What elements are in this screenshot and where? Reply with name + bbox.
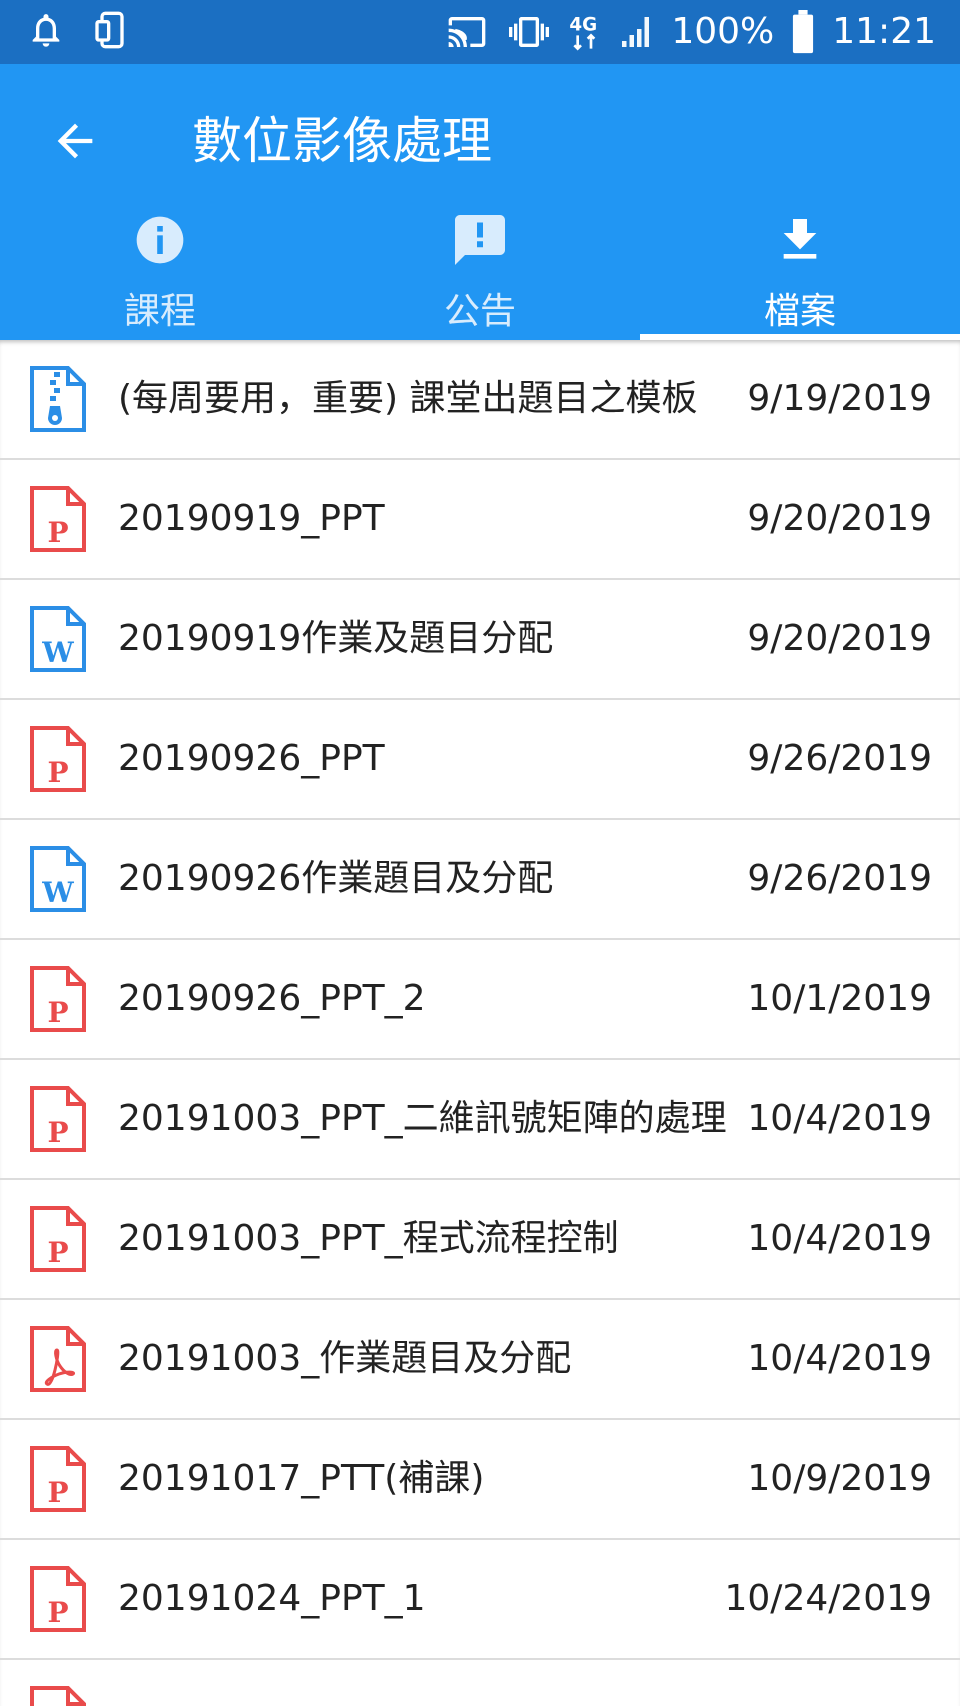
word-file-icon: W xyxy=(28,846,88,914)
file-name: 20190919_PPT xyxy=(118,498,385,539)
tab-bar: 課程 公告 檔案 xyxy=(0,210,960,340)
file-date: 10/4/2019 xyxy=(747,1098,932,1139)
battery-percent: 100% xyxy=(671,11,775,52)
tab-course-label: 課程 xyxy=(123,291,196,332)
file-date: 10/4/2019 xyxy=(747,1338,932,1379)
file-list: (每周要用，重要) 課堂出題目之模板 9/19/2019 P 20190919_… xyxy=(0,340,960,1706)
file-name: 20191017_PTT(補課) xyxy=(118,1458,485,1499)
vibrate-icon xyxy=(505,12,553,52)
announcement-icon xyxy=(450,210,510,270)
file-row[interactable]: P 20191017_PTT(補課) 10/9/2019 xyxy=(0,1420,960,1540)
file-name: 20190926_PPT_2 xyxy=(118,978,426,1019)
svg-text:P: P xyxy=(47,996,68,1029)
file-name: 20191003_PPT_程式流程控制 xyxy=(118,1218,619,1259)
file-name: (每周要用，重要) 課堂出題目之模板 xyxy=(118,378,698,419)
file-date: 9/20/2019 xyxy=(747,498,932,539)
tab-files-label: 檔案 xyxy=(763,291,836,332)
file-name: 20190919作業及題目分配 xyxy=(118,618,554,659)
file-date: 10/9/2019 xyxy=(747,1458,932,1499)
svg-text:P: P xyxy=(47,1476,68,1509)
svg-text:P: P xyxy=(47,756,68,789)
file-name: 20191003_PPT_二維訊號矩陣的處理 xyxy=(118,1098,727,1139)
notification-bell-icon xyxy=(26,10,66,50)
powerpoint-file-icon: P xyxy=(28,1446,88,1514)
svg-text:P: P xyxy=(47,1236,68,1269)
file-row[interactable]: P xyxy=(0,1660,960,1706)
svg-text:P: P xyxy=(47,1596,68,1629)
file-row[interactable]: P 20190926_PPT 9/26/2019 xyxy=(0,700,960,820)
app-bar: 數位影像處理 課程 公告 檔案 xyxy=(0,64,960,340)
file-row[interactable]: P 20190919_PPT 9/20/2019 xyxy=(0,460,960,580)
powerpoint-file-icon: P xyxy=(28,726,88,794)
powerpoint-file-icon: P xyxy=(28,1686,88,1706)
file-row[interactable]: (每周要用，重要) 課堂出題目之模板 9/19/2019 xyxy=(0,340,960,460)
tab-files[interactable]: 檔案 xyxy=(640,210,960,340)
powerpoint-file-icon: P xyxy=(28,1206,88,1274)
battery-icon xyxy=(790,10,816,54)
powerpoint-file-icon: P xyxy=(28,966,88,1034)
file-row[interactable]: P 20191024_PPT_1 10/24/2019 xyxy=(0,1540,960,1660)
file-date: 9/19/2019 xyxy=(747,378,932,419)
tab-announcements[interactable]: 公告 xyxy=(320,210,640,340)
svg-text:W: W xyxy=(41,876,74,909)
info-icon xyxy=(130,210,190,270)
file-row[interactable]: W 20190926作業題目及分配 9/26/2019 xyxy=(0,820,960,940)
cast-icon xyxy=(445,12,489,52)
svg-text:4G: 4G xyxy=(570,14,598,35)
signal-strength-icon xyxy=(619,12,655,52)
device-sync-icon xyxy=(92,10,132,50)
clock: 11:21 xyxy=(832,11,936,52)
file-date: 10/24/2019 xyxy=(724,1578,933,1619)
file-name: 20191024_PPT_1 xyxy=(118,1578,426,1619)
file-row[interactable]: P 20191003_PPT_程式流程控制 10/4/2019 xyxy=(0,1180,960,1300)
tab-announcements-label: 公告 xyxy=(443,291,516,332)
powerpoint-file-icon: P xyxy=(28,1566,88,1634)
back-button[interactable] xyxy=(40,106,110,176)
file-date: 9/26/2019 xyxy=(747,738,932,779)
file-date: 10/4/2019 xyxy=(747,1218,932,1259)
tab-course[interactable]: 課程 xyxy=(0,210,320,340)
pdf-file-icon xyxy=(28,1326,88,1394)
file-date: 9/26/2019 xyxy=(747,858,932,899)
word-file-icon: W xyxy=(28,606,88,674)
svg-text:P: P xyxy=(47,516,68,549)
file-row[interactable]: 20191003_作業題目及分配 10/4/2019 xyxy=(0,1300,960,1420)
page-title: 數位影像處理 xyxy=(192,112,492,170)
svg-text:W: W xyxy=(41,636,74,669)
svg-text:P: P xyxy=(47,1116,68,1149)
file-name: 20190926作業題目及分配 xyxy=(118,858,554,899)
file-row[interactable]: P 20191003_PPT_二維訊號矩陣的處理 10/4/2019 xyxy=(0,1060,960,1180)
status-bar: 4G 100% 11:21 xyxy=(0,0,960,64)
file-row[interactable]: W 20190919作業及題目分配 9/20/2019 xyxy=(0,580,960,700)
zip-file-icon xyxy=(28,366,88,434)
file-date: 10/1/2019 xyxy=(747,978,932,1019)
file-row[interactable]: P 20190926_PPT_2 10/1/2019 xyxy=(0,940,960,1060)
powerpoint-file-icon: P xyxy=(28,486,88,554)
file-name: 20190926_PPT xyxy=(118,738,385,779)
download-icon xyxy=(770,210,830,270)
file-date: 9/20/2019 xyxy=(747,618,932,659)
powerpoint-file-icon: P xyxy=(28,1086,88,1154)
network-4g-icon: 4G xyxy=(569,12,603,52)
file-name: 20191003_作業題目及分配 xyxy=(118,1338,572,1379)
arrow-back-icon xyxy=(57,123,93,159)
